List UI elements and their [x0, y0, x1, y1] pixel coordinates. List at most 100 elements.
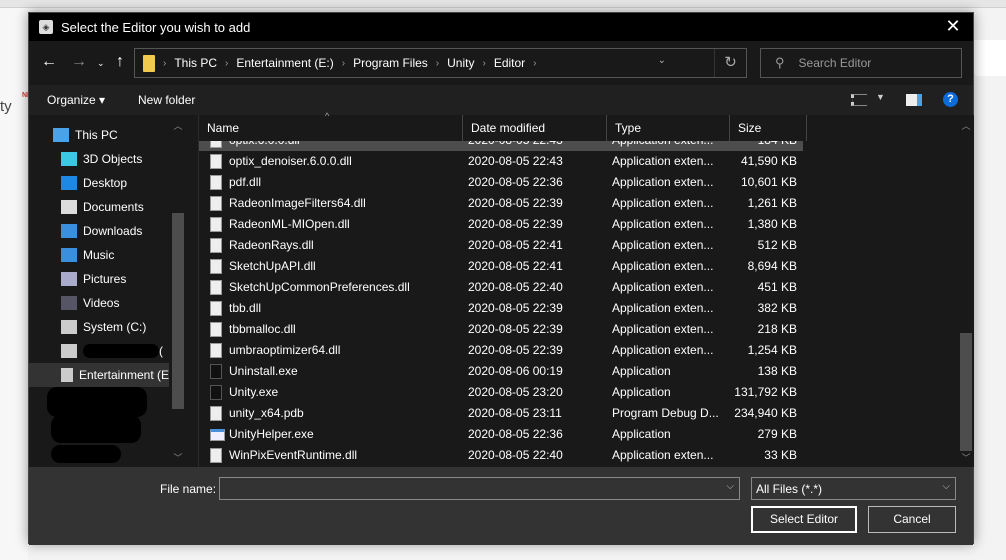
- scroll-up-arrow[interactable]: ︿: [960, 119, 972, 132]
- file-row[interactable]: optix_denoiser.6.0.0.dll 2020-08-05 22:43…: [199, 151, 803, 172]
- title-bar: ◈ Select the Editor you wish to add ✕: [29, 13, 973, 41]
- organize-button[interactable]: Organize ▾: [47, 93, 105, 107]
- file-row[interactable]: RadeonML-MIOpen.dll 2020-08-05 22:39 Appli…: [199, 214, 803, 235]
- new-folder-button[interactable]: New folder: [138, 93, 195, 107]
- sidebar-item[interactable]: 3D Objects: [61, 147, 142, 171]
- sidebar-item[interactable]: Downloads: [61, 219, 142, 243]
- computer-icon: [53, 128, 69, 142]
- file-row[interactable]: UnityHelper.exe 2020-08-05 22:36 Applicati…: [199, 424, 803, 445]
- sidebar-item[interactable]: System (C:): [61, 315, 146, 339]
- file-row[interactable]: pdf.dll 2020-08-05 22:36 Application exten…: [199, 172, 803, 193]
- file-dialog: ◈ Select the Editor you wish to add ✕ ← …: [28, 12, 974, 545]
- file-row[interactable]: RadeonImageFilters64.dll 2020-08-05 22:39…: [199, 193, 803, 214]
- file-row[interactable]: umbraoptimizer64.dll 2020-08-05 22:39 Appl…: [199, 340, 803, 361]
- recent-locations-button[interactable]: ⌄: [97, 58, 105, 69]
- chevron-down-icon: ⌵: [942, 481, 950, 492]
- file-name: pdf.dll: [229, 175, 262, 189]
- sidebar-item-label: System (C:): [83, 320, 147, 334]
- file-size: 512 KB: [757, 238, 797, 252]
- sidebar-scroll-thumb[interactable]: [172, 213, 184, 409]
- file-size: 218 KB: [757, 322, 797, 336]
- scroll-down-arrow[interactable]: ﹀: [172, 451, 184, 464]
- file-row[interactable]: RadeonRays.dll 2020-08-05 22:41 Applicatio…: [199, 235, 803, 256]
- sidebar-item[interactable]: Desktop: [61, 171, 127, 195]
- sidebar-item[interactable]: Entertainment (E: [29, 363, 169, 387]
- file-size: 138 KB: [757, 364, 797, 378]
- search-input[interactable]: Search Editor: [799, 56, 872, 70]
- column-name[interactable]: Name: [199, 115, 463, 141]
- preview-pane-icon[interactable]: [906, 94, 922, 106]
- file-size: 33 KB: [764, 448, 797, 462]
- sidebar-item[interactable]: Documents: [61, 195, 144, 219]
- chevron-right-icon: ›: [482, 57, 486, 69]
- file-row[interactable]: tbb.dll 2020-08-05 22:39 Application exten…: [199, 298, 803, 319]
- scroll-up-arrow[interactable]: ︿: [172, 119, 184, 132]
- file-name: WinPixEventRuntime.dll: [229, 448, 358, 462]
- dll-file-icon: [210, 141, 222, 148]
- search-box[interactable]: ⚲ Search Editor: [760, 48, 962, 78]
- column-date-modified[interactable]: Date modified: [463, 115, 607, 141]
- file-date: 2020-08-05 22:36: [468, 175, 563, 189]
- close-button[interactable]: ✕: [941, 16, 965, 37]
- file-row[interactable]: Unity.exe 2020-08-05 23:20 Application 131,…: [199, 382, 803, 403]
- file-size: 8,694 KB: [747, 259, 797, 273]
- file-row[interactable]: SketchUpCommonPreferences.dll 2020-08-05 …: [199, 277, 803, 298]
- address-history-dropdown[interactable]: ⌄: [658, 55, 666, 66]
- sidebar-item[interactable]: Pictures: [61, 267, 126, 291]
- file-row[interactable]: WinPixEventRuntime.dll 2020-08-05 22:40 Ap…: [199, 445, 803, 466]
- up-button[interactable]: ↑: [116, 53, 124, 71]
- file-name: optix_denoiser.6.0.0.dll: [229, 154, 352, 168]
- breadcrumb-item[interactable]: This PC: [174, 56, 217, 70]
- chevron-right-icon: ›: [225, 57, 229, 69]
- chevron-down-icon[interactable]: ⌵: [726, 481, 734, 492]
- sidebar-item[interactable]: Music: [61, 243, 114, 267]
- pictures-icon: [61, 272, 77, 286]
- redacted-item: [51, 445, 121, 463]
- dll-file-icon: [210, 259, 222, 274]
- file-date: 2020-08-05 22:43: [468, 141, 563, 147]
- column-size[interactable]: Size: [730, 115, 807, 141]
- sidebar-scrollbar[interactable]: ︿ ﹀: [170, 115, 186, 467]
- file-name-input[interactable]: ⌵: [219, 477, 740, 500]
- sidebar-item[interactable]: Videos: [61, 291, 119, 315]
- drive-icon: [61, 320, 77, 334]
- view-details-icon[interactable]: [851, 94, 867, 106]
- file-size: 1,254 KB: [747, 343, 797, 357]
- file-name: SketchUpAPI.dll: [229, 259, 316, 273]
- file-row[interactable]: unity_x64.pdb 2020-08-05 23:11 Program Deb…: [199, 403, 803, 424]
- sidebar-item[interactable]: (: [61, 339, 163, 363]
- sidebar-item[interactable]: This PC: [53, 123, 118, 147]
- file-row[interactable]: tbbmalloc.dll 2020-08-05 22:39 Application…: [199, 319, 803, 340]
- scroll-down-arrow[interactable]: ﹀: [960, 451, 972, 464]
- column-type[interactable]: Type: [607, 115, 730, 141]
- background-panel: [0, 8, 28, 560]
- file-type: Application: [612, 364, 671, 378]
- exe-file-icon: [210, 364, 222, 379]
- file-row[interactable]: SketchUpAPI.dll 2020-08-05 22:41 Applicati…: [199, 256, 803, 277]
- address-bar[interactable]: › This PC › Entertainment (E:) › Program File…: [134, 48, 747, 78]
- back-button[interactable]: ←: [41, 53, 57, 71]
- column-headers: ^ Name Date modified Type Size: [199, 111, 958, 141]
- background-header: [0, 0, 1006, 8]
- videos-icon: [61, 296, 77, 310]
- file-row[interactable]: Uninstall.exe 2020-08-06 00:19 Application…: [199, 361, 803, 382]
- file-scroll-thumb[interactable]: [960, 333, 972, 451]
- file-list: ^ Name Date modified Type Size optix.6.0…: [198, 111, 958, 467]
- exe-file-icon: [210, 385, 222, 400]
- view-options-dropdown[interactable]: ▼: [876, 92, 885, 102]
- breadcrumb-item[interactable]: Program Files: [353, 56, 428, 70]
- refresh-button[interactable]: ↻: [714, 49, 746, 77]
- select-editor-button[interactable]: Select Editor: [751, 506, 857, 533]
- file-type: Application: [612, 427, 671, 441]
- file-type-select[interactable]: All Files (*.*) ⌵: [751, 477, 956, 500]
- forward-button[interactable]: →: [71, 53, 87, 71]
- file-list-scrollbar[interactable]: ︿ ﹀: [958, 115, 974, 467]
- breadcrumb-item[interactable]: Entertainment (E:): [236, 56, 333, 70]
- breadcrumb-item[interactable]: Editor: [494, 56, 525, 70]
- file-type: Application exten...: [612, 343, 714, 357]
- help-icon[interactable]: ?: [943, 92, 958, 107]
- dll-file-icon: [210, 343, 222, 358]
- file-row[interactable]: optix.6.0.0.dll 2020-08-05 22:43 Applicati…: [199, 141, 803, 151]
- breadcrumb-item[interactable]: Unity: [447, 56, 474, 70]
- cancel-button[interactable]: Cancel: [868, 506, 956, 533]
